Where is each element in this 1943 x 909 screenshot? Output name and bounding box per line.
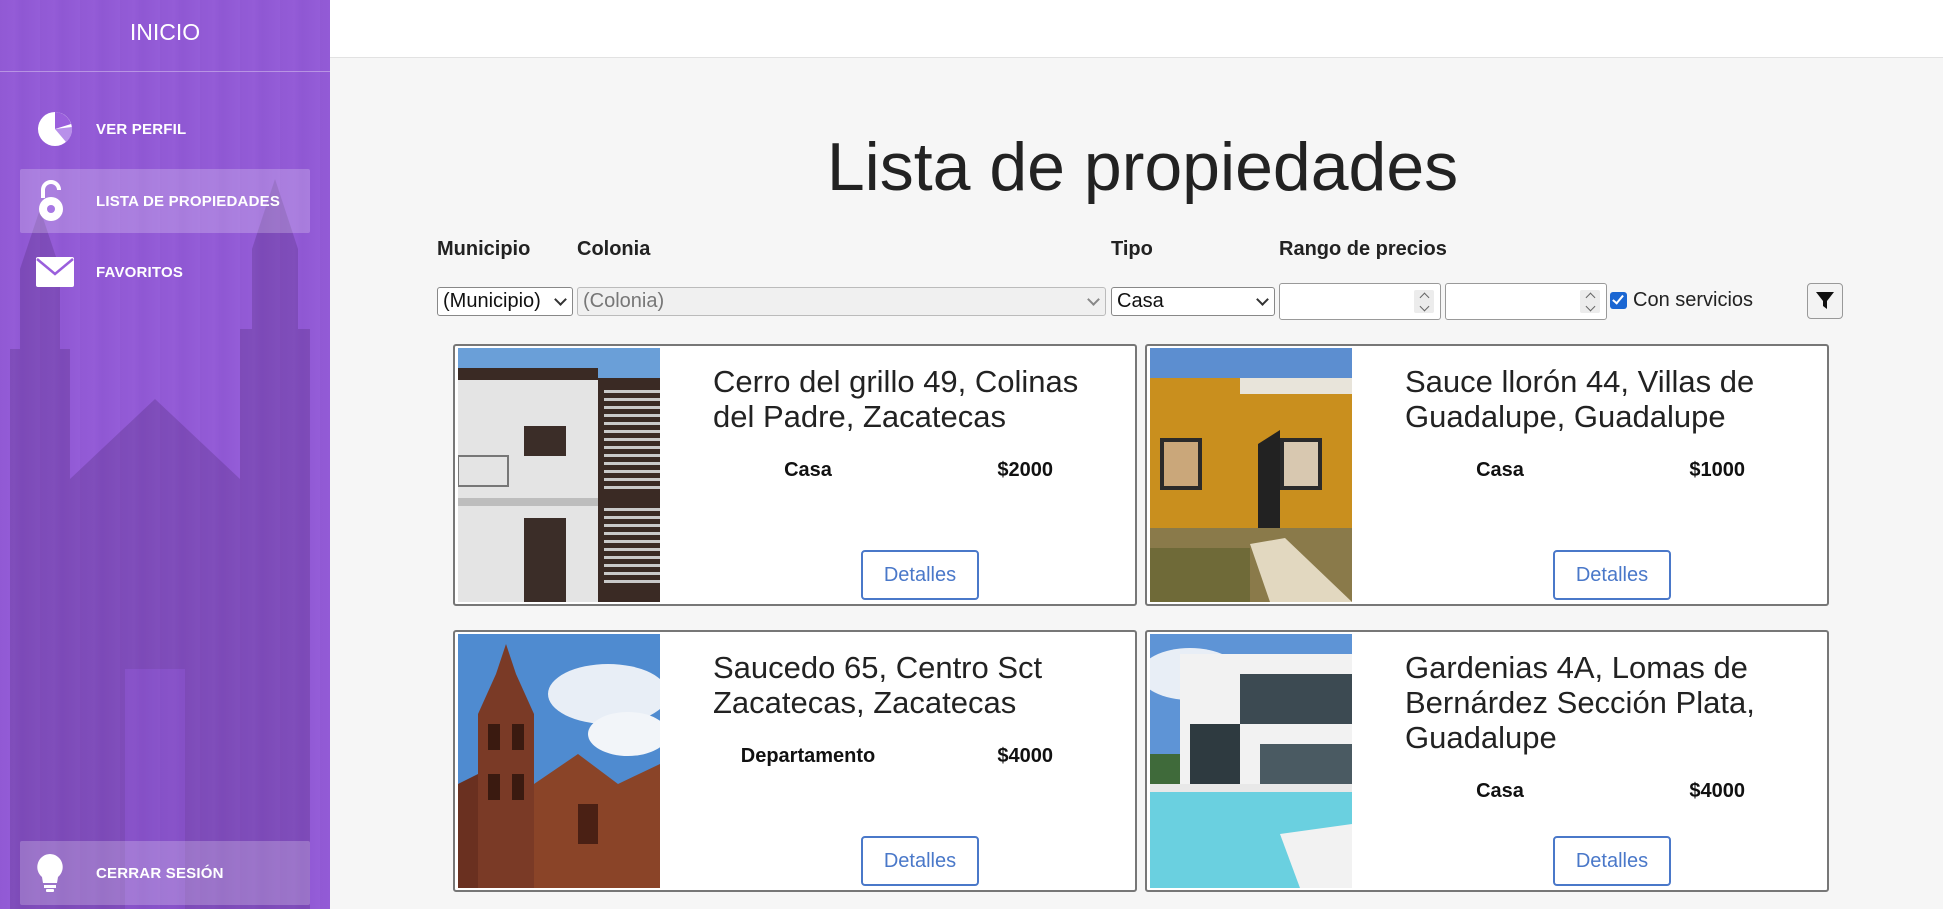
property-price: $4000 <box>997 745 1053 767</box>
property-address: Saucedo 65, Centro Sct Zacatecas, Zacate… <box>713 650 1043 720</box>
property-type: Casa <box>1476 780 1524 802</box>
property-type: Casa <box>784 459 832 481</box>
sidebar-item-label: LISTA DE PROPIEDADES <box>96 192 281 210</box>
property-price: $2000 <box>997 459 1053 481</box>
municipio-select[interactable]: (Municipio) <box>437 287 573 316</box>
property-address: Sauce llorón 44, Villas de Guadalupe, Gu… <box>1405 364 1755 434</box>
tipo-select-value: Casa <box>1117 290 1164 312</box>
pie-chart-icon <box>36 109 92 149</box>
envelope-icon <box>36 252 92 292</box>
property-card: Cerro del grillo 49, Colinas del Padre, … <box>453 344 1137 606</box>
sidebar-item-label: VER PERFIL <box>96 120 187 138</box>
rango-precios-label: Rango de precios <box>1279 238 1447 260</box>
page-title: Lista de propiedades <box>826 129 1459 205</box>
chevron-down-icon <box>1256 293 1269 306</box>
sidebar-item-label: FAVORITOS <box>96 263 184 281</box>
sidebar-item-lista-de-propiedades[interactable]: LISTA DE PROPIEDADES <box>20 169 310 233</box>
property-photo <box>458 634 660 888</box>
detalles-button[interactable]: Detalles <box>861 836 979 886</box>
tipo-label: Tipo <box>1111 238 1153 260</box>
con-servicios-checkbox[interactable] <box>1610 292 1627 309</box>
tipo-select[interactable]: Casa <box>1111 287 1275 316</box>
property-photo <box>1150 634 1352 888</box>
property-card: Saucedo 65, Centro Sct Zacatecas, Zacate… <box>453 630 1137 892</box>
colonia-select-value: (Colonia) <box>583 290 665 312</box>
sidebar-title[interactable]: INICIO <box>0 0 330 72</box>
municipio-label: Municipio <box>437 238 531 260</box>
property-address: Cerro del grillo 49, Colinas del Padre, … <box>713 364 1079 434</box>
logout-button[interactable]: CERRAR SESIÓN <box>20 841 310 905</box>
property-photo <box>1150 348 1352 602</box>
detalles-button[interactable]: Detalles <box>1553 836 1671 886</box>
colonia-select[interactable]: (Colonia) <box>577 287 1106 316</box>
property-card: Gardenias 4A, Lomas de Bernárdez Sección… <box>1145 630 1829 892</box>
con-servicios-label: Con servicios <box>1633 289 1754 311</box>
property-photo <box>458 348 660 602</box>
detalles-button[interactable]: Detalles <box>1553 550 1671 600</box>
property-type: Casa <box>1476 459 1524 481</box>
chevron-down-icon <box>1087 293 1100 306</box>
property-address: Gardenias 4A, Lomas de Bernárdez Sección… <box>1405 650 1755 755</box>
sidebar: INICIO VER PERFIL LISTA DE PROPIEDADES F… <box>0 0 330 909</box>
sidebar-item-favoritos[interactable]: FAVORITOS <box>20 240 310 304</box>
lightbulb-icon <box>36 853 92 893</box>
property-price: $1000 <box>1689 459 1745 481</box>
unlock-icon <box>36 180 92 221</box>
detalles-button[interactable]: Detalles <box>861 550 979 600</box>
filter-button[interactable] <box>1807 283 1843 319</box>
chevron-down-icon <box>554 293 567 306</box>
precio-max-input[interactable] <box>1445 283 1607 320</box>
precio-min-input[interactable] <box>1279 283 1441 320</box>
property-price: $4000 <box>1689 780 1745 802</box>
funnel-icon <box>1816 292 1834 309</box>
sidebar-item-ver-perfil[interactable]: VER PERFIL <box>20 97 310 161</box>
top-bar <box>330 0 1943 58</box>
municipio-select-value: (Municipio) <box>443 290 541 312</box>
con-servicios-option[interactable]: Con servicios <box>1610 289 1753 312</box>
property-type: Departamento <box>740 745 876 767</box>
spinner-icon[interactable] <box>1414 290 1434 313</box>
logout-label: CERRAR SESIÓN <box>96 864 224 882</box>
spinner-icon[interactable] <box>1580 290 1600 313</box>
colonia-label: Colonia <box>577 238 651 260</box>
property-card: Sauce llorón 44, Villas de Guadalupe, Gu… <box>1145 344 1829 606</box>
